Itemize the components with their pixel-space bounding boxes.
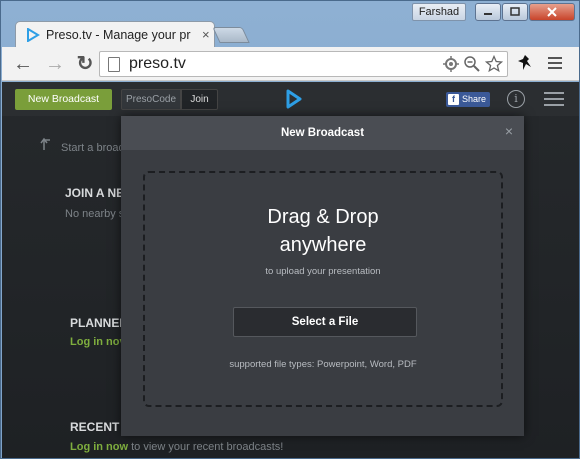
browser-window: Farshad Preso.tv - Manage your pr × ← → …	[0, 0, 580, 459]
info-icon[interactable]: i	[507, 90, 525, 108]
join-heading: JOIN A NE	[65, 186, 125, 200]
location-icon[interactable]	[442, 55, 460, 73]
forward-arrow-icon: →	[45, 53, 65, 75]
dropzone-title-line2: anywhere	[279, 234, 367, 256]
facebook-icon: f	[448, 94, 459, 105]
presocode-input[interactable]: PresoCode	[121, 89, 181, 110]
tab-close-icon[interactable]: ×	[202, 27, 210, 42]
dropzone-title: Drag & Drop anywhere	[145, 203, 501, 259]
bookmark-star-icon[interactable]	[485, 55, 503, 73]
dropzone-title-line1: Drag & Drop	[267, 206, 379, 228]
recent-login-link[interactable]: Log in now	[70, 441, 128, 453]
minimize-icon	[484, 13, 492, 15]
browser-toolbar: ← → ↻ preso.tv	[2, 47, 579, 81]
undo-arrow-icon	[40, 137, 50, 150]
join-button[interactable]: Join	[181, 89, 218, 110]
web-page: New Broadcast PresoCode Join f Share i St…	[2, 82, 579, 458]
reload-icon: ↻	[76, 53, 94, 75]
modal-close-icon[interactable]: ×	[501, 123, 517, 141]
browser-menu-icon[interactable]	[548, 57, 562, 72]
maximize-button[interactable]	[502, 3, 528, 21]
browser-tab[interactable]: Preso.tv - Manage your pr ×	[15, 21, 215, 47]
maximize-icon	[510, 7, 520, 16]
facebook-share-button[interactable]: f Share	[446, 92, 490, 107]
supported-file-types: supported file types: Powerpoint, Word, …	[229, 359, 417, 370]
extension-icon[interactable]	[514, 53, 536, 75]
new-tab-button[interactable]	[212, 27, 250, 43]
app-header: New Broadcast PresoCode Join f Share i	[2, 82, 579, 116]
close-icon	[547, 7, 557, 17]
select-file-button[interactable]: Select a File	[233, 307, 417, 337]
share-label: Share	[462, 94, 487, 104]
forward-button[interactable]: →	[44, 53, 66, 75]
modal-header: New Broadcast ×	[121, 116, 524, 150]
recent-text: to view your recent broadcasts!	[128, 441, 284, 453]
file-dropzone[interactable]: Drag & Drop anywhere to upload your pres…	[143, 171, 503, 407]
url-text: preso.tv	[129, 55, 186, 72]
ninja-icon	[518, 55, 531, 70]
reload-button[interactable]: ↻	[74, 53, 96, 75]
planned-heading: PLANNEI	[70, 316, 123, 330]
back-arrow-icon: ←	[13, 53, 33, 75]
tab-title: Preso.tv - Manage your pr	[46, 27, 191, 42]
zoom-icon[interactable]	[463, 55, 481, 73]
planned-login-link[interactable]: Log in nov	[70, 336, 126, 348]
page-icon	[108, 57, 120, 72]
new-broadcast-button[interactable]: New Broadcast	[15, 89, 112, 110]
dropzone-subtitle: to upload your presentation	[265, 266, 381, 277]
recent-heading: RECENT	[70, 420, 120, 434]
minimize-button[interactable]	[475, 3, 501, 21]
modal-title: New Broadcast	[280, 127, 365, 139]
new-broadcast-modal: New Broadcast × Drag & Drop anywhere to …	[121, 116, 524, 436]
preso-logo-icon[interactable]	[285, 89, 303, 109]
preso-favicon-icon	[27, 27, 40, 42]
back-button[interactable]: ←	[12, 53, 34, 75]
join-empty-text: No nearby s	[65, 208, 125, 220]
start-broadcast-hint: Start a broad	[61, 142, 125, 154]
hamburger-menu-icon[interactable]	[544, 92, 564, 110]
close-window-button[interactable]	[529, 3, 575, 21]
address-bar[interactable]: preso.tv	[99, 51, 508, 77]
profile-button[interactable]: Farshad	[412, 3, 466, 21]
